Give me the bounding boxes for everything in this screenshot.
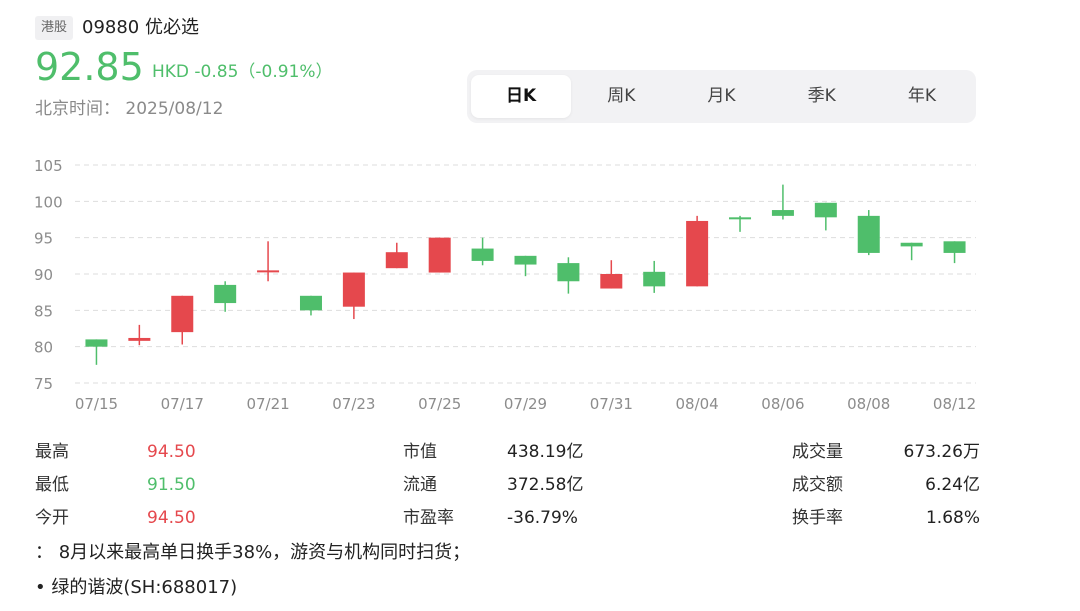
price-change: HKD -0.85（-0.91%） [152, 62, 333, 82]
tab-week-k[interactable]: 周K [571, 75, 671, 118]
candle-body [85, 339, 108, 347]
tab-year-k[interactable]: 年K [872, 75, 972, 118]
period-tabs: 日K 周K 月K 季K 年K [467, 70, 976, 123]
stat-open-label: 今开 [35, 508, 69, 528]
candle-body [514, 255, 537, 265]
tab-quarter-k[interactable]: 季K [772, 75, 872, 118]
stat-turnover-rate-label: 换手率 [792, 508, 843, 528]
candle-body [643, 271, 666, 287]
y-tick-label: 90 [34, 266, 53, 284]
stats-row-1: 最高 94.50 市值 438.19亿 成交量 673.26万 [35, 436, 980, 469]
x-tick-label: 08/04 [676, 395, 719, 413]
x-tick-label: 07/23 [332, 395, 375, 413]
stat-pe-value: -36.79% [507, 508, 578, 528]
candle-body [686, 220, 709, 287]
stat-turnover-rate-value: 1.68% [925, 508, 980, 528]
x-tick-label: 08/06 [761, 395, 804, 413]
news-line[interactable]: ： 8月以来最高单日换手38%，游资与机构同时扫货； [35, 538, 470, 568]
candle-body [171, 295, 194, 333]
y-tick-label: 85 [34, 302, 53, 320]
candle-body [729, 217, 752, 220]
candle-body [471, 248, 494, 261]
stats-row-2: 最低 91.50 流通 372.58亿 成交额 6.24亿 [35, 469, 980, 502]
stats-panel: 最高 94.50 市值 438.19亿 成交量 673.26万 最低 91.50… [35, 436, 980, 535]
y-tick-label: 95 [34, 230, 53, 248]
candle-body [214, 284, 237, 304]
candle-body [428, 237, 451, 273]
stat-high-label: 最高 [35, 442, 69, 462]
stat-volume-value: 673.26万 [903, 442, 980, 462]
candle-body [128, 337, 151, 341]
x-tick-label: 07/31 [590, 395, 633, 413]
candle-body [814, 202, 837, 218]
y-tick-label: 80 [34, 339, 53, 357]
candle-body [257, 270, 280, 273]
stat-volume-label: 成交量 [792, 442, 843, 462]
candle-body [557, 263, 580, 282]
candle-body [299, 295, 322, 311]
x-tick-label: 08/08 [847, 395, 890, 413]
x-tick-label: 08/12 [933, 395, 976, 413]
stock-title: 09880 优必选 [82, 17, 199, 38]
tab-month-k[interactable]: 月K [671, 75, 771, 118]
stat-turnover-amount-value: 6.24亿 [925, 475, 980, 495]
stat-pe-label: 市盈率 [403, 508, 454, 528]
candle-body [342, 272, 365, 307]
stat-turnover-amount-label: 成交额 [792, 475, 843, 495]
candle-body [943, 241, 966, 253]
tab-day-k[interactable]: 日K [471, 75, 572, 118]
related-stock-link[interactable]: • 绿的谐波(SH:688017) [35, 573, 237, 603]
candle-body [600, 274, 623, 289]
x-tick-label: 07/21 [246, 395, 289, 413]
stat-open-value: 94.50 [147, 508, 196, 528]
y-tick-label: 105 [34, 157, 63, 175]
stats-row-3: 今开 94.50 市盈率 -36.79% 换手率 1.68% [35, 502, 980, 535]
stat-market-cap-label: 市值 [403, 442, 437, 462]
stat-float-value: 372.58亿 [507, 475, 584, 495]
stat-float-label: 流通 [403, 475, 437, 495]
stat-high-value: 94.50 [147, 442, 196, 462]
x-tick-label: 07/29 [504, 395, 547, 413]
current-price: 92.85 [35, 45, 144, 89]
candle-body [900, 242, 923, 247]
y-tick-label: 100 [34, 193, 63, 211]
stat-low-label: 最低 [35, 475, 69, 495]
market-badge: 港股 [35, 16, 74, 40]
x-tick-label: 07/17 [161, 395, 204, 413]
x-tick-label: 07/15 [75, 395, 118, 413]
x-tick-label: 07/25 [418, 395, 461, 413]
candlestick-chart: 105 100 95 90 85 80 75 07/15 07/17 07/21 07/23 07/2… [34, 157, 976, 413]
candle-body [385, 252, 408, 269]
candle-body [857, 215, 880, 253]
stat-market-cap-value: 438.19亿 [507, 442, 584, 462]
candle-body [771, 210, 794, 216]
stat-low-value: 91.50 [147, 475, 196, 495]
y-tick-label: 75 [34, 375, 53, 393]
quote-datetime: 北京时间： 2025/08/12 [35, 99, 224, 119]
